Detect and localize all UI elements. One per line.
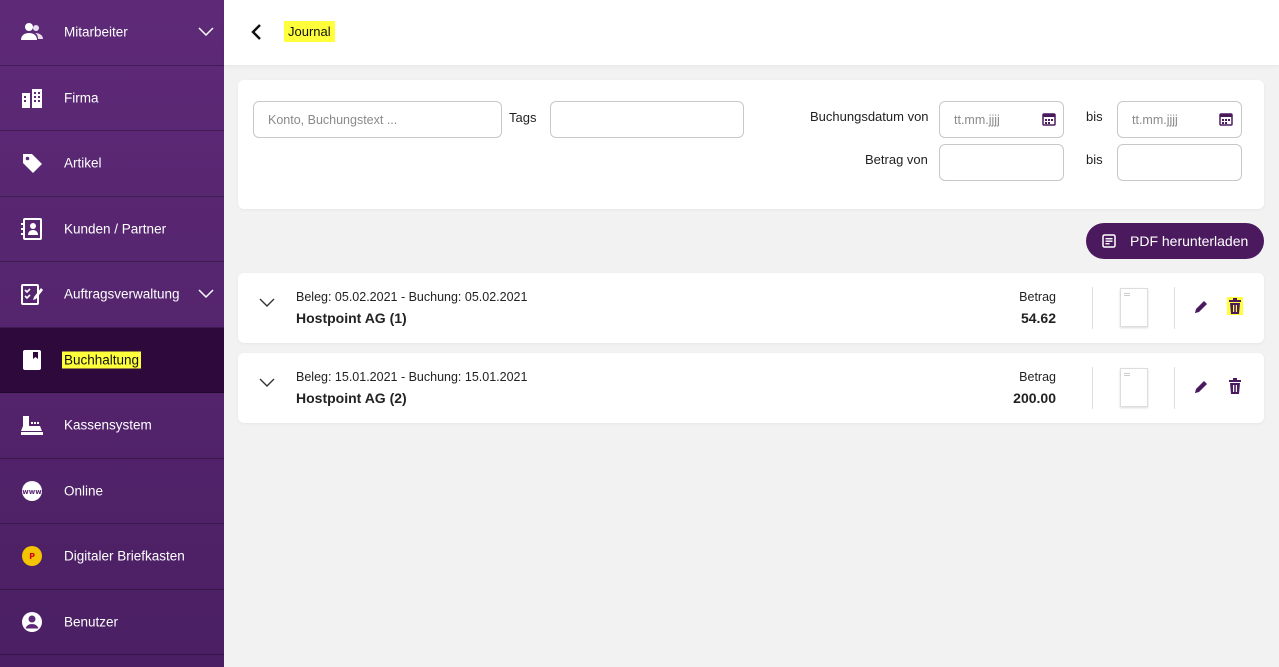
amount-from-label: Betrag von (865, 152, 928, 167)
divider (1092, 367, 1093, 409)
user-circle-icon (21, 611, 43, 633)
sidebar-item-buchhaltung[interactable]: Buchhaltung (0, 327, 224, 393)
svg-text:P: P (29, 552, 35, 561)
receipt-thumbnail[interactable] (1120, 288, 1148, 327)
users-icon (21, 21, 43, 43)
edit-pencil-icon[interactable] (1193, 379, 1209, 395)
chevron-down-icon[interactable] (198, 289, 214, 299)
post-logo-icon: P (21, 545, 43, 567)
entry-name: Hostpoint AG (2) (296, 390, 407, 406)
sidebar-item-label: Buchhaltung (62, 351, 142, 369)
entry-amount-label: Betrag (1019, 290, 1056, 304)
chevron-down-icon[interactable] (259, 298, 275, 308)
amount-from-field[interactable] (939, 144, 1064, 181)
chevron-down-icon[interactable] (259, 378, 275, 388)
sidebar: Mitarbeiter Firma Artikel Kunden / Partn… (0, 0, 224, 667)
delete-trash-icon[interactable] (1227, 377, 1243, 395)
sidebar-item-auftragsverwaltung[interactable]: Auftragsverwaltung (0, 262, 224, 328)
sidebar-item-label: Kunden / Partner (64, 221, 167, 237)
tag-icon (21, 152, 43, 174)
divider (1174, 367, 1175, 409)
sidebar-item-label: Kassensystem (64, 417, 152, 433)
amount-to-label: bis (1086, 152, 1103, 167)
sidebar-item-mitarbeiter[interactable]: Mitarbeiter (0, 0, 224, 66)
checklist-icon (21, 283, 43, 306)
edit-pencil-icon[interactable] (1193, 299, 1209, 315)
filter-panel: Tags Buchungsdatum von bis Betrag von bi… (238, 80, 1264, 209)
entry-dates: Beleg: 15.01.2021 - Buchung: 15.01.2021 (296, 370, 528, 384)
svg-text:www: www (22, 488, 42, 496)
sidebar-item-firma[interactable]: Firma (0, 66, 224, 131)
page-title: Journal (284, 21, 335, 42)
sidebar-item-label: Digitaler Briefkasten (64, 548, 185, 564)
journal-entry: Beleg: 05.02.2021 - Buchung: 05.02.2021 … (238, 273, 1264, 343)
calendar-icon[interactable] (1042, 112, 1056, 126)
back-arrow-icon[interactable] (248, 22, 264, 42)
receipt-thumbnail[interactable] (1120, 368, 1148, 407)
sidebar-item-label: Benutzer (64, 614, 119, 630)
cash-register-icon (21, 414, 43, 436)
pdf-download-label: PDF herunterladen (1130, 233, 1249, 249)
search-input[interactable] (253, 101, 502, 138)
contacts-book-icon (21, 217, 43, 240)
sidebar-item-benutzer[interactable]: Benutzer (0, 590, 224, 655)
pdf-file-icon (1102, 234, 1116, 248)
entry-amount-label: Betrag (1019, 370, 1056, 384)
entry-name: Hostpoint AG (1) (296, 310, 407, 326)
sidebar-item-briefkasten[interactable]: P Digitaler Briefkasten (0, 524, 224, 590)
chevron-down-icon[interactable] (198, 27, 214, 37)
divider (1092, 287, 1093, 329)
calendar-icon[interactable] (1219, 112, 1233, 126)
date-from-label: Buchungsdatum von (810, 109, 929, 124)
amount-to-field[interactable] (1117, 144, 1242, 181)
entry-amount: 54.62 (1020, 310, 1056, 326)
sidebar-item-kunden[interactable]: Kunden / Partner (0, 197, 224, 262)
tags-label: Tags (509, 110, 537, 125)
sidebar-item-label: Artikel (64, 155, 102, 171)
pdf-download-button[interactable]: PDF herunterladen (1086, 223, 1264, 259)
sidebar-item-label: Mitarbeiter (64, 24, 128, 40)
tags-input[interactable] (550, 101, 744, 138)
sidebar-item-artikel[interactable]: Artikel (0, 131, 224, 197)
divider (1174, 287, 1175, 329)
delete-trash-icon[interactable] (1227, 297, 1243, 315)
entry-amount: 200.00 (1013, 390, 1056, 406)
header: Journal (224, 0, 1279, 65)
sidebar-item-kassensystem[interactable]: Kassensystem (0, 393, 224, 459)
ledger-book-icon (21, 349, 43, 371)
sidebar-item-label: Firma (64, 90, 99, 106)
sidebar-item-label: Auftragsverwaltung (64, 286, 180, 302)
date-to-label: bis (1086, 109, 1103, 124)
sidebar-item-online[interactable]: www Online (0, 459, 224, 524)
entry-dates: Beleg: 05.02.2021 - Buchung: 05.02.2021 (296, 290, 528, 304)
journal-entry: Beleg: 15.01.2021 - Buchung: 15.01.2021 … (238, 353, 1264, 423)
sidebar-item-label: Online (64, 483, 104, 499)
www-globe-icon: www (21, 480, 43, 502)
building-icon (21, 87, 43, 109)
